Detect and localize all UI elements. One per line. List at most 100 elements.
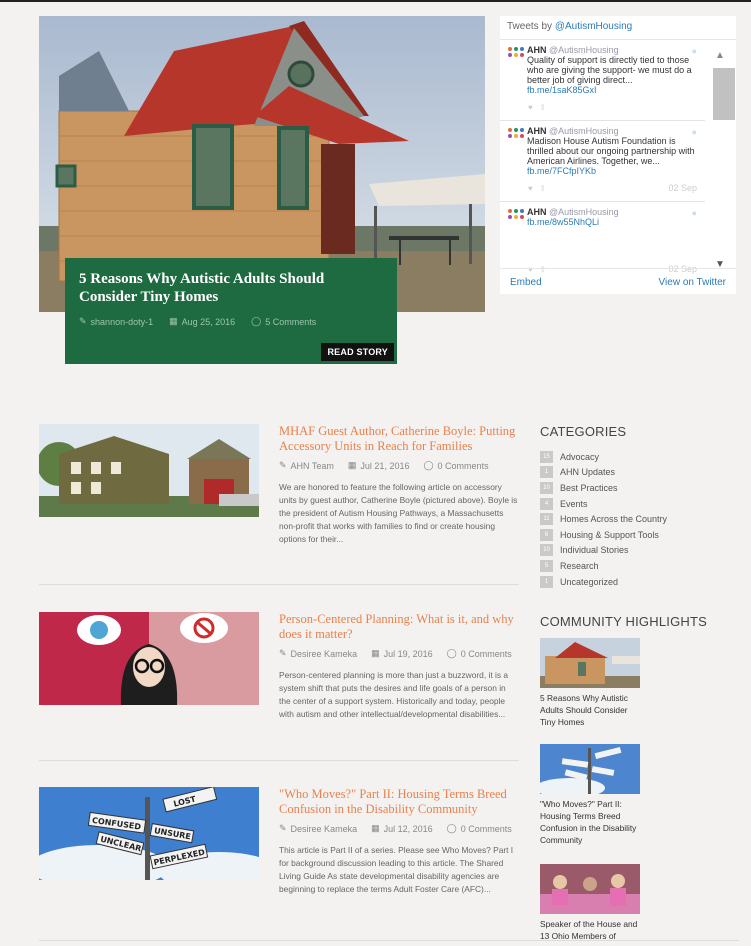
category-count: 15 xyxy=(540,450,553,463)
hero-title[interactable]: 5 Reasons Why Autistic Adults Should Con… xyxy=(79,270,383,306)
category-label[interactable]: Uncategorized xyxy=(560,577,618,587)
pencil-icon: ✎ xyxy=(79,316,87,326)
comment-icon: ◯ xyxy=(251,316,262,326)
category-item[interactable]: 1 AHN Updates xyxy=(540,465,740,481)
article-author[interactable]: Desiree Kameka xyxy=(291,649,358,659)
category-label[interactable]: Individual Stories xyxy=(560,545,629,555)
highlight-caption[interactable]: "Who Moves?" Part II: Housing Terms Bree… xyxy=(540,798,644,846)
tweet-item[interactable]: AHN @AutismHousing Madison House Autism … xyxy=(500,121,705,202)
categories-heading: CATEGORIES xyxy=(540,424,627,439)
article-author[interactable]: AHN Team xyxy=(291,461,334,471)
tweet-link[interactable]: fb.me/7FCfpIYKb xyxy=(527,166,698,176)
tweet-author: AHN @AutismHousing xyxy=(527,45,698,55)
highlight-caption[interactable]: 5 Reasons Why Autistic Adults Should Con… xyxy=(540,692,644,728)
tweet-actions-icon[interactable]: ♥ ⇪ xyxy=(528,184,546,193)
twitter-footer: Embed View on Twitter xyxy=(500,268,736,294)
category-item[interactable]: 1 Uncategorized xyxy=(540,574,740,590)
article-thumbnail[interactable] xyxy=(39,612,259,705)
pencil-icon: ✎ xyxy=(279,648,287,658)
tweet-link[interactable]: fb.me/8w55NhQLi xyxy=(527,217,698,227)
comment-icon: ◯ xyxy=(446,823,457,833)
tweet-handle[interactable]: @AutismHousing xyxy=(549,45,619,55)
article-comments[interactable]: 0 Comments xyxy=(461,824,512,834)
highlight-thumbnail[interactable] xyxy=(540,744,640,794)
category-item[interactable]: 5 Research xyxy=(540,558,740,574)
tweet-date[interactable]: 02 Sep xyxy=(668,183,697,193)
category-item[interactable]: 11 Homes Across the Country xyxy=(540,511,740,527)
category-label[interactable]: Best Practices xyxy=(560,483,618,493)
article-comments[interactable]: 0 Comments xyxy=(461,649,512,659)
article-excerpt: We are honored to feature the following … xyxy=(279,482,518,544)
calendar-icon: ▦ xyxy=(371,823,380,833)
highlight-item[interactable]: 5 Reasons Why Autistic Adults Should Con… xyxy=(540,638,644,728)
highlight-thumbnail[interactable] xyxy=(540,638,640,688)
article-title[interactable]: Person-Centered Planning: What is it, an… xyxy=(279,612,519,642)
article-date: Jul 19, 2016 xyxy=(383,648,433,659)
article-date: Jul 12, 2016 xyxy=(383,823,433,834)
highlight-thumbnail[interactable] xyxy=(540,864,640,914)
tweet-scrollbar[interactable]: ▲ ▼ xyxy=(705,40,736,278)
category-item[interactable]: 10 Best Practices xyxy=(540,480,740,496)
highlight-caption[interactable]: Speaker of the House and 13 Ohio Members… xyxy=(540,918,644,942)
tweet-feed[interactable]: AHN @AutismHousing Quality of support is… xyxy=(500,40,705,278)
tweet-author: AHN @AutismHousing xyxy=(527,126,698,136)
highlight-item[interactable]: "Who Moves?" Part II: Housing Terms Bree… xyxy=(540,744,644,846)
category-label[interactable]: AHN Updates xyxy=(560,467,615,477)
category-count: 10 xyxy=(540,481,553,494)
article-thumbnail[interactable]: LOST CONFUSED UNSURE UNCLEAR PERPLEXED xyxy=(39,787,259,880)
view-on-twitter-link[interactable]: View on Twitter xyxy=(659,277,726,288)
comment-icon: ◯ xyxy=(446,648,457,658)
category-label[interactable]: Housing & Support Tools xyxy=(560,530,659,540)
article-meta: ✎ Desiree Kameka ▦ Jul 12, 2016 ◯ 0 Comm… xyxy=(279,823,519,834)
highlight-item[interactable]: Speaker of the House and 13 Ohio Members… xyxy=(540,864,644,942)
category-item[interactable]: 4 Events xyxy=(540,496,740,512)
article-meta: ✎ AHN Team ▦ Jul 21, 2016 ◯ 0 Comments xyxy=(279,460,519,471)
hero-author[interactable]: shannon-doty-1 xyxy=(91,317,154,327)
pencil-icon: ✎ xyxy=(279,823,287,833)
tweet-text: Quality of support is directly tied to t… xyxy=(527,55,692,85)
tweet-item[interactable]: AHN @AutismHousing Quality of support is… xyxy=(500,40,705,121)
tweet-link[interactable]: fb.me/1saK85GxI xyxy=(527,85,698,95)
article-thumbnail[interactable] xyxy=(39,424,259,517)
tweet-actions-icon[interactable]: ♥ ⇪ xyxy=(528,103,546,112)
category-count: 5 xyxy=(540,559,553,572)
comment-icon: ◯ xyxy=(423,460,434,470)
twitter-bird-icon: ● xyxy=(691,46,697,56)
article-meta: ✎ Desiree Kameka ▦ Jul 19, 2016 ◯ 0 Comm… xyxy=(279,648,519,659)
article-comments[interactable]: 0 Comments xyxy=(438,461,489,471)
category-label[interactable]: Events xyxy=(560,499,588,509)
tweet-name: AHN xyxy=(527,207,547,217)
twitter-bird-icon: ● xyxy=(691,208,697,218)
article-title[interactable]: "Who Moves?" Part II: Housing Terms Bree… xyxy=(279,787,519,817)
twitter-header-label: Tweets xyxy=(507,21,539,32)
category-item[interactable]: 10 Individual Stories xyxy=(540,543,740,559)
scroll-thumb[interactable] xyxy=(713,68,735,120)
twitter-handle-link[interactable]: @AutismHousing xyxy=(555,21,632,32)
embed-link[interactable]: Embed xyxy=(510,277,542,288)
hero-comments[interactable]: 5 Comments xyxy=(265,317,316,327)
article-title[interactable]: MHAF Guest Author, Catherine Boyle: Putt… xyxy=(279,424,519,454)
category-item[interactable]: 15 Advocacy xyxy=(540,449,740,465)
calendar-icon: ▦ xyxy=(347,460,357,470)
tweet-text: Madison House Autism Foundation is thril… xyxy=(527,136,695,166)
tweet-handle[interactable]: @AutismHousing xyxy=(549,126,619,136)
twitter-bird-icon: ● xyxy=(691,127,697,137)
bottom-divider xyxy=(39,940,739,941)
category-label[interactable]: Homes Across the Country xyxy=(560,514,667,524)
article-divider xyxy=(39,760,519,761)
category-item[interactable]: 6 Housing & Support Tools xyxy=(540,527,740,543)
article-excerpt: Person-centered planning is more than ju… xyxy=(279,670,509,719)
category-label[interactable]: Advocacy xyxy=(560,452,599,462)
read-story-button[interactable]: READ STORY xyxy=(321,343,394,361)
category-count: 4 xyxy=(540,497,553,510)
article-author[interactable]: Desiree Kameka xyxy=(291,824,358,834)
scroll-up-icon[interactable]: ▲ xyxy=(715,50,725,61)
tweet-name: AHN xyxy=(527,126,547,136)
tweet-name: AHN xyxy=(527,45,547,55)
tweet-handle[interactable]: @AutismHousing xyxy=(549,207,619,217)
ahn-logo-icon xyxy=(508,47,524,61)
tweet-item[interactable]: AHN @AutismHousing fb.me/8w55NhQLi ● ♥ ⇪… xyxy=(500,202,705,278)
twitter-header-by: by xyxy=(541,21,553,32)
hero-story-card[interactable]: 5 Reasons Why Autistic Adults Should Con… xyxy=(65,258,397,364)
category-label[interactable]: Research xyxy=(560,561,599,571)
